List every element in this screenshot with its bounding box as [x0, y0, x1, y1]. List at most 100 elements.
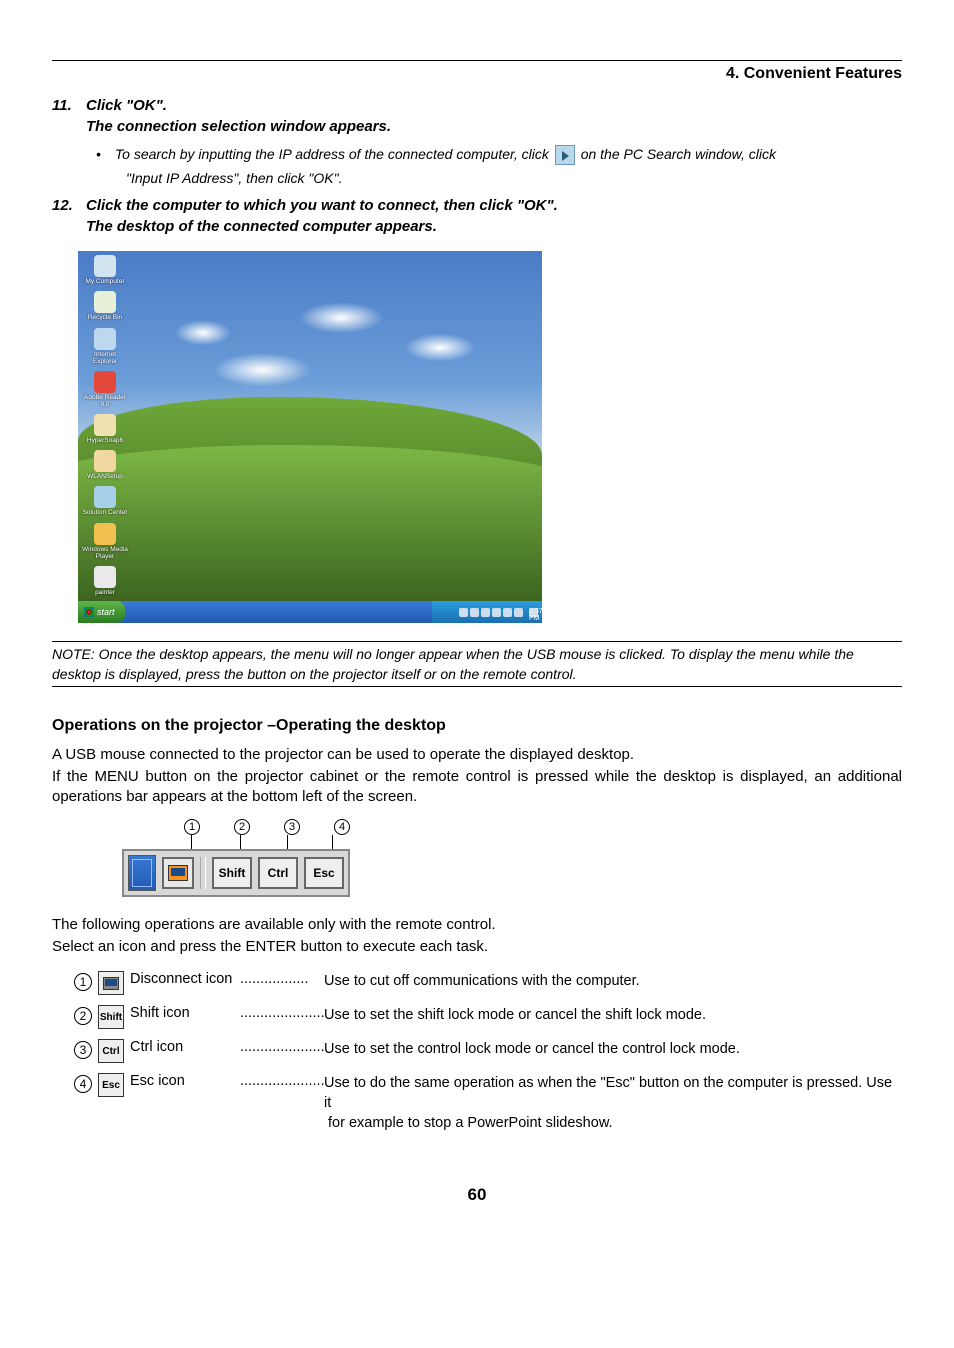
desktop-icon: Windows Media Player — [82, 523, 128, 560]
step-text: Click the computer to which you want to … — [86, 197, 558, 214]
toolbar-separator — [200, 857, 206, 889]
desktop-icon: Recycle Bin — [82, 291, 128, 321]
tray-clock: 1:37 PM — [529, 608, 538, 617]
tick — [191, 835, 192, 849]
bullet-continuation: "Input IP Address", then click "OK". — [126, 167, 902, 189]
leader-dots: ............................. — [240, 1039, 324, 1055]
esc-icon: Esc — [98, 1073, 124, 1097]
legend-row-4: 4 Esc Esc icon .........................… — [74, 1073, 902, 1113]
taskbar: start 1:37 PM — [78, 601, 542, 623]
tray-icon — [470, 608, 479, 617]
desktop-icon: WLANSetup — [82, 450, 128, 480]
bullet-part-a: To search by inputting the IP address of… — [115, 146, 553, 162]
tick — [287, 835, 288, 849]
leader-dots: ............................ — [240, 1005, 324, 1021]
desktop-screenshot: My Computer Recycle Bin Internet Explore… — [78, 251, 542, 623]
legend-desc: Use to cut off communications with the c… — [324, 971, 902, 991]
desktop-icon: HyperSnap6 — [82, 414, 128, 444]
painter-icon — [94, 566, 116, 588]
desktop-icons-column: My Computer Recycle Bin Internet Explore… — [82, 255, 128, 596]
system-tray: 1:37 PM — [432, 601, 542, 623]
hills-front — [78, 445, 542, 601]
legend-num-3: 3 — [74, 1041, 92, 1059]
tray-icon — [503, 608, 512, 617]
hypersnap-icon — [94, 414, 116, 436]
tray-icon — [459, 608, 468, 617]
note-text: NOTE: Once the desktop appears, the menu… — [52, 644, 902, 684]
legend-label: Shift icon — [130, 1005, 240, 1021]
note-rule-bottom — [52, 686, 902, 687]
bullet-item: • To search by inputting the IP address … — [96, 143, 902, 165]
step-12-sub: The desktop of the connected computer ap… — [86, 218, 902, 235]
document-page: 4. Convenient Features 11. Click "OK". T… — [0, 0, 954, 1245]
tray-icon — [492, 608, 501, 617]
legend-desc-cont: for example to stop a PowerPoint slidesh… — [328, 1113, 902, 1133]
icon-legend-list: 1 Disconnect icon ................. Use … — [74, 971, 902, 1133]
legend-label: Esc icon — [130, 1073, 240, 1089]
desktop-icon: painter — [82, 566, 128, 596]
bullet-text: To search by inputting the IP address of… — [115, 143, 902, 165]
legend-label: Disconnect icon — [130, 971, 240, 987]
legend-desc: Use to set the shift lock mode or cancel… — [324, 1005, 902, 1025]
section-title: 4. Convenient Features — [52, 65, 902, 83]
callout-2: 2 — [234, 819, 250, 835]
desktop-icon: Solution Center — [82, 486, 128, 516]
bullet-part-b: on the PC Search window, click — [581, 146, 776, 162]
page-number: 60 — [52, 1185, 902, 1205]
desktop-icon: Adobe Reader 9.0 — [82, 371, 128, 408]
legend-row-3: 3 Ctrl Ctrl icon .......................… — [74, 1039, 902, 1063]
operations-p2: If the MENU button on the projector cabi… — [52, 767, 902, 807]
note-rule-top — [52, 641, 902, 642]
solution-center-icon — [94, 486, 116, 508]
leader-dots: ................. — [240, 971, 324, 987]
play-arrow-icon — [555, 145, 575, 165]
callout-3: 3 — [284, 819, 300, 835]
legend-num-2: 2 — [74, 1007, 92, 1025]
shift-icon: Shift — [98, 1005, 124, 1029]
wlan-setup-icon — [94, 450, 116, 472]
ie-icon — [94, 328, 116, 350]
operations-toolbar: Shift Ctrl Esc — [122, 849, 350, 897]
legend-label: Ctrl icon — [130, 1039, 240, 1055]
operations-intro-1: The following operations are available o… — [52, 915, 902, 935]
step-number: 12. — [52, 197, 86, 214]
header-rule — [52, 60, 902, 61]
legend-row-1: 1 Disconnect icon ................. Use … — [74, 971, 902, 995]
disconnect-button-icon — [162, 857, 194, 889]
tick — [240, 835, 241, 849]
tick — [332, 835, 333, 849]
windows-flag-icon — [84, 607, 94, 617]
operations-heading: Operations on the projector –Operating t… — [52, 717, 902, 735]
desktop-icon: My Computer — [82, 255, 128, 285]
leader-dots: ............................. — [240, 1073, 324, 1089]
tray-icon — [481, 608, 490, 617]
operations-intro-2: Select an icon and press the ENTER butto… — [52, 937, 902, 957]
legend-num-4: 4 — [74, 1075, 92, 1093]
start-button: start — [78, 601, 125, 623]
monitor-icon — [103, 977, 119, 990]
tray-icon — [514, 608, 523, 617]
step-11-sub: The connection selection window appears. — [86, 118, 902, 135]
step-12: 12. Click the computer to which you want… — [52, 197, 902, 214]
ctrl-key-icon: Ctrl — [258, 857, 298, 889]
callout-ticks — [191, 835, 902, 849]
step-text: Click "OK". — [86, 97, 167, 114]
callout-4: 4 — [334, 819, 350, 835]
toolbar-handle — [128, 855, 156, 891]
wmp-icon — [94, 523, 116, 545]
callout-numbers: 1 2 3 4 — [184, 819, 902, 835]
bullet-marker: • — [96, 143, 101, 165]
desktop-icon: Internet Explorer — [82, 328, 128, 365]
step-11: 11. Click "OK". — [52, 97, 902, 114]
esc-key-icon: Esc — [304, 857, 344, 889]
monitor-icon — [168, 865, 188, 881]
my-computer-icon — [94, 255, 116, 277]
toolbar-diagram: 1 2 3 4 Shift Ctrl Esc — [122, 819, 902, 897]
disconnect-icon — [98, 971, 124, 995]
legend-desc: Use to do the same operation as when the… — [324, 1073, 902, 1113]
operations-p1: A USB mouse connected to the projector c… — [52, 745, 902, 765]
recycle-bin-icon — [94, 291, 116, 313]
legend-row-2: 2 Shift Shift icon .....................… — [74, 1005, 902, 1029]
step-number: 11. — [52, 97, 86, 114]
callout-1: 1 — [184, 819, 200, 835]
